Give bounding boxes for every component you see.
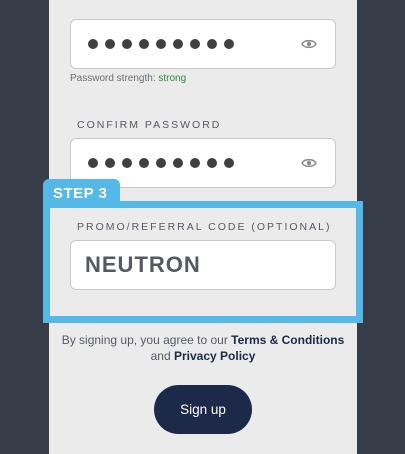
terms-conditions-link[interactable]: Terms & Conditions (231, 333, 344, 347)
eye-icon[interactable] (301, 157, 317, 169)
confirm-password-label: CONFIRM PASSWORD (77, 119, 222, 131)
eye-icon[interactable] (301, 38, 317, 50)
password-masked-value (88, 39, 234, 49)
step-badge: STEP 3 (43, 179, 120, 207)
terms-conjunction: and (150, 349, 174, 363)
password-strength-label: Password strength: (70, 73, 159, 84)
password-strength-value: strong (158, 73, 187, 84)
terms-notice: By signing up, you agree to our Terms & … (60, 332, 346, 364)
promo-code-field[interactable]: NEUTRON (70, 240, 336, 290)
sign-up-button[interactable]: Sign up (154, 385, 252, 434)
terms-prefix: By signing up, you agree to our (61, 333, 232, 347)
privacy-policy-link[interactable]: Privacy Policy (174, 349, 255, 363)
password-strength: Password strength: strong (70, 73, 186, 84)
password-field[interactable] (70, 19, 336, 69)
promo-code-label: PROMO/REFERRAL CODE (OPTIONAL) (77, 221, 332, 233)
promo-code-value: NEUTRON (85, 252, 201, 277)
confirm-password-masked-value (88, 158, 234, 168)
